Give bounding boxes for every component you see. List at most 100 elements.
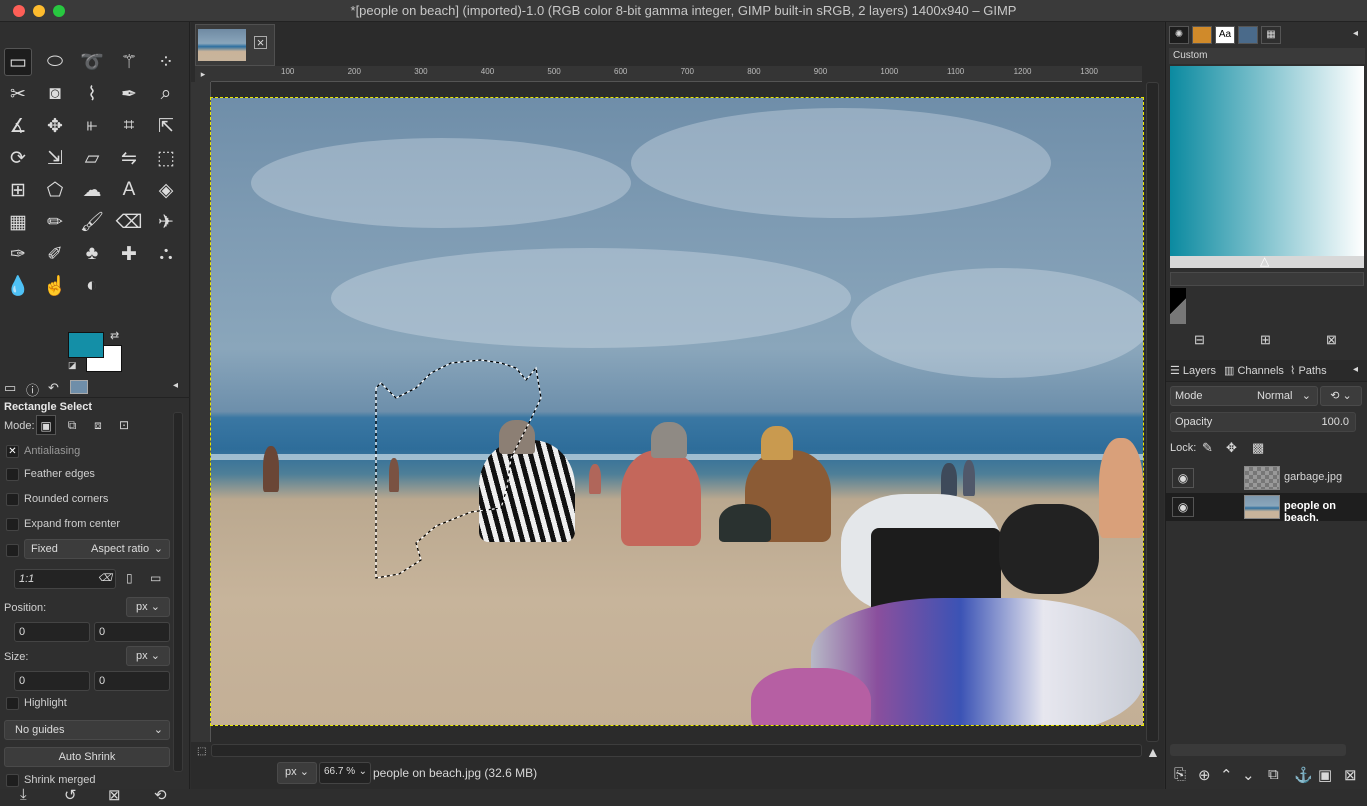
zoom-icon[interactable]: ⌕ [152,80,180,108]
paths-icon[interactable]: ⌇ [78,80,106,108]
landscape-icon[interactable]: ▭ [150,571,161,585]
eye-icon[interactable]: ◉ [1172,497,1194,517]
tab-paths[interactable]: ⌇ Paths [1290,364,1327,377]
cage-transform-icon[interactable]: ⬠ [41,176,69,204]
zoom-input[interactable]: 66.7 % ⌄ [319,762,371,784]
smudge-icon[interactable]: ☝ [41,272,69,300]
eye-icon[interactable]: ◉ [1172,468,1194,488]
gradients-tab-icon[interactable]: ▦ [1261,26,1281,44]
dodge-burn-icon[interactable]: ◐ [78,272,106,300]
status-unit-dropdown[interactable]: px ⌄ [277,762,317,784]
foreground-select-icon[interactable]: ◙ [41,80,69,108]
guides-dropdown[interactable]: No guides ⌄ [4,720,170,740]
mode-add-icon[interactable]: ⧉ [62,415,82,435]
zoom-window-button[interactable] [53,5,65,17]
raise-layer-icon[interactable]: ⌃ [1220,766,1233,784]
composite-mode-button[interactable]: ⟲ ⌄ [1320,386,1362,406]
free-select-icon[interactable]: ➰ [78,48,106,76]
gradient-thumbnail[interactable] [1170,288,1186,324]
heal-icon[interactable]: ✚ [115,240,143,268]
close-window-button[interactable] [13,5,25,17]
close-icon[interactable]: × [254,36,267,49]
gradient-scrollbar[interactable] [1170,272,1364,286]
zoom-in-icon[interactable]: ⊞ [1260,332,1271,348]
images-tab-icon[interactable] [1238,26,1258,44]
layer-row-garbage[interactable]: ◉ garbage.jpg [1166,464,1367,492]
mask-icon[interactable]: ▣ [1318,766,1332,784]
patterns-tab-icon[interactable] [1192,26,1212,44]
ellipse-select-icon[interactable]: ⬭ [41,48,69,76]
blur-icon[interactable]: 💧 [4,272,32,300]
fixed-checkbox[interactable] [6,544,19,557]
scale-icon[interactable]: ⇲ [41,144,69,172]
gradient-stops-bar[interactable]: △ [1170,254,1364,268]
portrait-icon[interactable]: ▯ [126,571,133,585]
eraser-icon[interactable]: ⌫ [115,208,143,236]
airbrush-icon[interactable]: ✈ [152,208,180,236]
perspective-clone-icon[interactable]: ⛬ [152,240,180,268]
expand-from-center-checkbox[interactable] [6,518,19,531]
feather-edges-checkbox[interactable] [6,468,19,481]
layer-row-people-on-beach[interactable]: ◉ people on beach. [1166,493,1367,524]
zoom-fit-icon[interactable]: ⊠ [1326,332,1337,348]
shear-icon[interactable]: ▱ [78,144,106,172]
new-layer-group-icon[interactable]: ⎘ [1174,766,1186,783]
delete-layer-icon[interactable]: ⊠ [1344,766,1357,784]
clone-icon[interactable]: ♣ [78,240,106,268]
default-colors-icon[interactable]: ◪ [68,360,77,371]
crop-icon[interactable]: ⌗ [115,112,143,140]
duplicate-layer-icon[interactable]: ⧉ [1268,766,1279,783]
position-unit-dropdown[interactable]: px ⌄ [126,597,170,617]
position-y-input[interactable]: 0 [94,622,170,642]
quick-mask-icon[interactable]: ⬚ [197,746,206,757]
measure-icon[interactable]: ∡ [4,112,32,140]
image-tab[interactable]: × [195,24,275,66]
minimize-window-button[interactable] [33,5,45,17]
canvas-horizontal-scrollbar[interactable] [211,744,1142,757]
align-icon[interactable]: ⫦ [78,112,106,140]
panel-menu-icon[interactable]: ◂ [1353,28,1358,39]
images-tab-icon[interactable] [70,380,88,394]
vertical-ruler[interactable] [191,82,211,742]
layer-mode-dropdown[interactable]: Mode Normal ⌄ [1170,386,1318,406]
scissors-select-icon[interactable]: ✂ [4,80,32,108]
tab-layers[interactable]: ☰ Layers [1170,364,1216,377]
panel-menu-icon[interactable]: ◂ [1353,364,1358,375]
antialiasing-checkbox[interactable]: ✕ [6,445,19,458]
auto-shrink-button[interactable]: Auto Shrink [4,747,170,767]
lock-alpha-icon[interactable]: ▩ [1252,440,1264,456]
new-layer-icon[interactable]: ⊕ [1198,766,1211,784]
highlight-checkbox[interactable] [6,697,19,710]
mode-subtract-icon[interactable]: ⧈ [88,415,108,435]
tool-options-scrollbar[interactable] [173,412,183,772]
gradient-icon[interactable]: ▦ [4,208,32,236]
move-icon[interactable]: ✥ [41,112,69,140]
flip-icon[interactable]: ⇋ [115,144,143,172]
layers-scrollbar[interactable] [1170,744,1346,756]
tool-options-tab-icon[interactable]: ▭ [4,380,16,396]
perspective-icon[interactable]: ⬚ [152,144,180,172]
lower-layer-icon[interactable]: ⌄ [1242,766,1255,784]
rectangle-select-icon[interactable]: ▭ [4,48,32,76]
panel-menu-icon[interactable]: ◂ [173,380,178,391]
canvas-image[interactable] [210,97,1144,726]
gradient-preview[interactable] [1170,66,1364,256]
select-by-color-icon[interactable]: ⁘ [152,48,180,76]
zoom-out-icon[interactable]: ⊟ [1194,332,1205,348]
color-picker-icon[interactable]: ✒ [115,80,143,108]
clear-icon[interactable]: ⌫ [98,570,112,588]
canvas-vertical-scrollbar[interactable] [1146,82,1159,742]
horizontal-ruler[interactable]: 100 200 300 400 500 600 700 800 900 1000 1100 1200 1… [211,66,1142,82]
lock-pixels-icon[interactable]: ✎ [1202,440,1213,456]
fuzzy-select-icon[interactable]: ⚚ [115,48,143,76]
unified-transform-icon[interactable]: ⇱ [152,112,180,140]
lock-position-icon[interactable]: ✥ [1226,440,1237,456]
rounded-corners-checkbox[interactable] [6,493,19,506]
foreground-color-swatch[interactable] [68,332,104,358]
anchor-icon[interactable]: ⚓ [1294,766,1313,784]
mypaint-brush-icon[interactable]: ✐ [41,240,69,268]
warp-transform-icon[interactable]: ⊞ [4,176,32,204]
smudge-warp-icon[interactable]: ☁ [78,176,106,204]
text-icon[interactable]: A [115,176,143,204]
device-status-tab-icon[interactable]: ⓘ [26,380,39,399]
